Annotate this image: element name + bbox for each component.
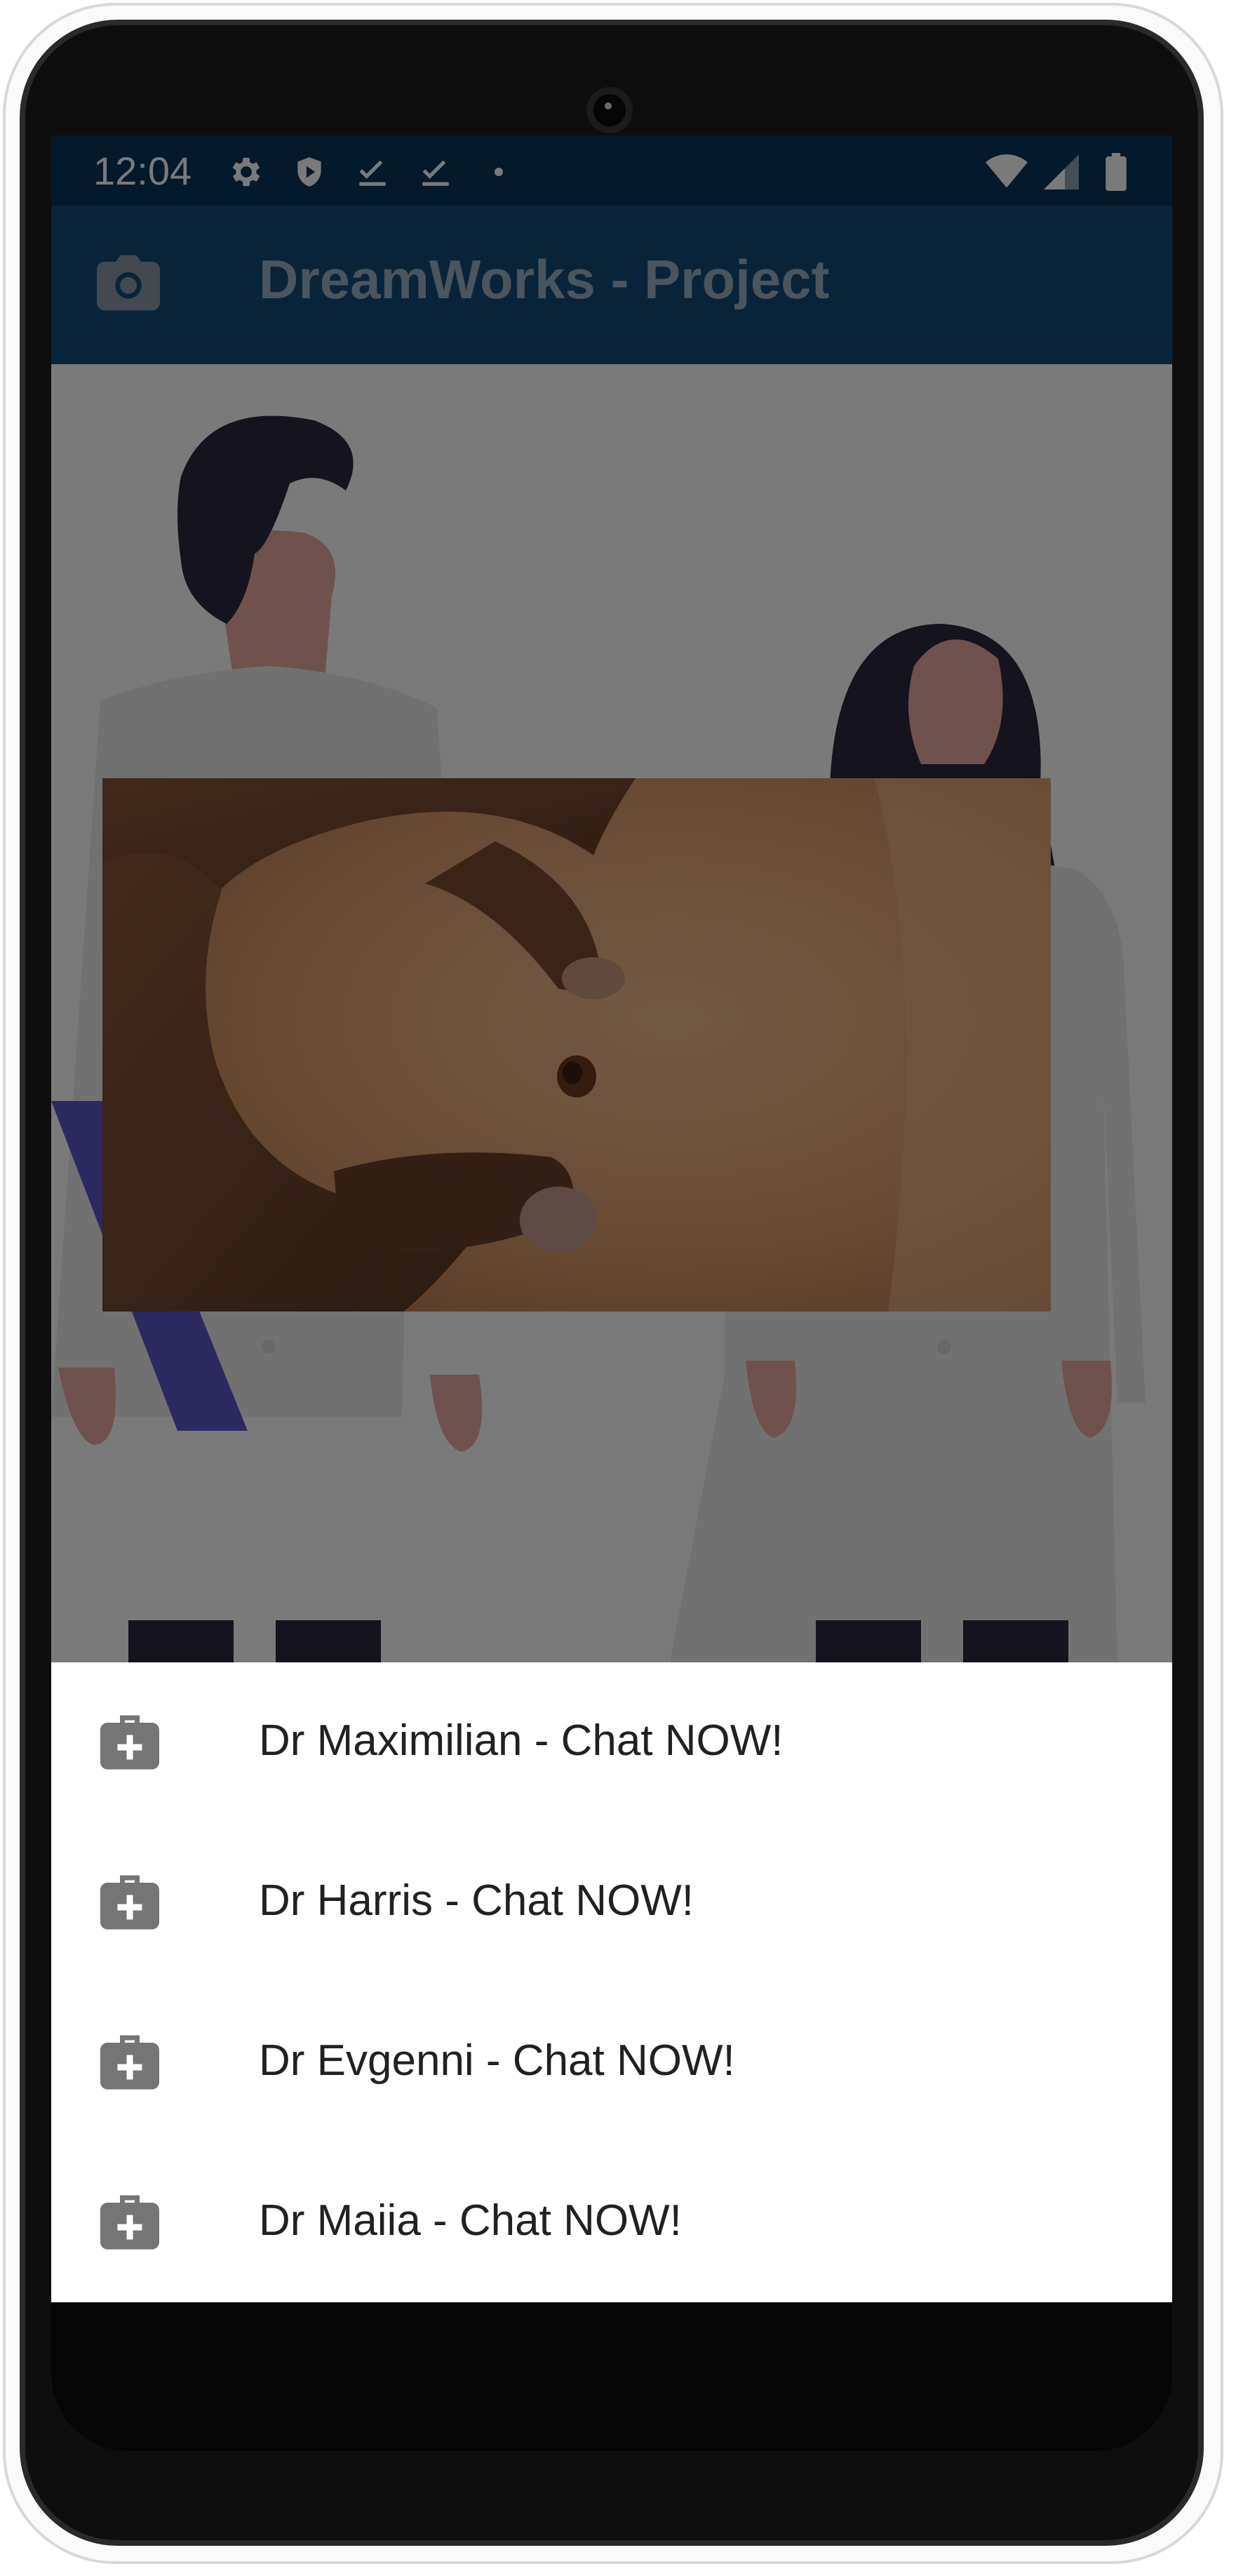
medical-bag-icon	[100, 2195, 159, 2250]
doctor-list-item-label: Dr Maximilian - Chat NOW!	[259, 1716, 784, 1765]
settings-icon	[225, 151, 267, 193]
camera-icon	[97, 255, 160, 311]
skin-mole-photo[interactable]	[102, 778, 1051, 1312]
screen: 12:04 DreamWorks - Project Dr Maximilian…	[51, 135, 1172, 2304]
status-bar: 12:04	[51, 135, 1172, 206]
status-system-icons	[986, 151, 1137, 193]
app-bar: DreamWorks - Project	[51, 206, 1172, 364]
doctor-list-item-label: Dr Evgenni - Chat NOW!	[259, 2036, 735, 2085]
camera-button[interactable]	[93, 248, 163, 318]
medical-bag-icon	[100, 1715, 159, 1770]
status-time: 12:04	[93, 149, 192, 193]
checkbox-done-icon	[351, 151, 394, 193]
doctor-list-item[interactable]: Dr Evgenni - Chat NOW!	[51, 1982, 1172, 2142]
wifi-icon	[986, 151, 1028, 193]
cellular-signal-icon	[1040, 151, 1082, 193]
doctor-list-item-label: Dr Maiia - Chat NOW!	[259, 2196, 682, 2245]
doctor-list-item[interactable]: Dr Maximilian - Chat NOW!	[51, 1662, 1172, 1822]
notification-dot-icon	[478, 151, 520, 193]
main-content	[51, 364, 1172, 1662]
phone-device: 12:04 DreamWorks - Project Dr Maximilian…	[0, 0, 1236, 2576]
doctor-list-item-label: Dr Harris - Chat NOW!	[259, 1876, 694, 1925]
front-camera	[586, 87, 633, 133]
phone-chin	[51, 2304, 1172, 2451]
medical-bag-icon	[100, 1875, 159, 1930]
doctor-list-item[interactable]: Dr Harris - Chat NOW!	[51, 1822, 1172, 1982]
medical-bag-icon	[100, 2035, 159, 2090]
doctor-list-item[interactable]: Dr Maiia - Chat NOW!	[51, 2142, 1172, 2302]
checkbox-done-icon	[415, 151, 457, 193]
bottom-sheet: Dr Maximilian - Chat NOW! Dr Harris - Ch…	[51, 1662, 1172, 2302]
status-notification-icons	[225, 151, 520, 193]
shield-icon	[288, 151, 330, 193]
app-title: DreamWorks - Project	[259, 248, 830, 310]
battery-icon	[1095, 151, 1137, 193]
